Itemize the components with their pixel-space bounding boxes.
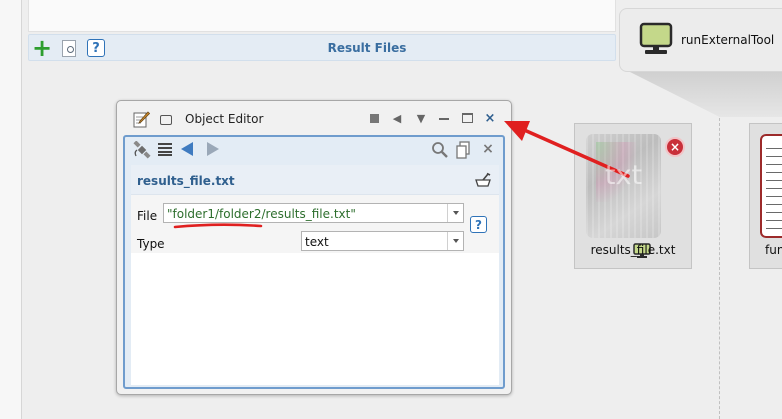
- remove-icon[interactable]: ×: [665, 137, 685, 157]
- minimize-icon[interactable]: [437, 111, 451, 125]
- txt-thumbnail-text: txt: [604, 160, 643, 191]
- file-label: File: [137, 209, 158, 223]
- back-arrow-icon[interactable]: [181, 142, 193, 156]
- type-select[interactable]: text: [301, 231, 464, 251]
- copy-icon[interactable]: [456, 141, 470, 159]
- result-files-title: Result Files: [327, 41, 407, 55]
- rename-icon[interactable]: [474, 172, 492, 188]
- tool-label: runExternalTool: [681, 33, 775, 47]
- object-icon: [160, 115, 172, 125]
- maximize-icon[interactable]: [460, 111, 474, 125]
- object-editor-panel: × results_file.txt File "folder1/folder2…: [123, 135, 505, 389]
- results-file-label: results_file.txt: [590, 243, 676, 257]
- type-value: text: [305, 235, 329, 249]
- previous-icon[interactable]: ◀: [390, 111, 404, 125]
- type-label: Type: [137, 237, 165, 251]
- object-name: results_file.txt: [137, 174, 235, 188]
- function-node-label: fun: [765, 243, 782, 257]
- object-form-header: results_file.txt: [131, 165, 499, 195]
- code-file-thumbnail[interactable]: [760, 134, 782, 238]
- pencil-edit-icon: [133, 111, 150, 128]
- stop-icon[interactable]: [367, 111, 381, 125]
- close-icon[interactable]: ×: [483, 111, 497, 125]
- chevron-down-icon[interactable]: [447, 232, 463, 250]
- left-gutter: [0, 0, 22, 419]
- search-icon[interactable]: [431, 141, 449, 159]
- lane-divider: [719, 118, 720, 419]
- object-form: results_file.txt File "folder1/folder2/r…: [131, 165, 499, 385]
- file-path-combo[interactable]: "folder1/folder2/results_file.txt": [163, 203, 464, 223]
- monitor-icon: [639, 22, 673, 54]
- annotation-underline: [173, 223, 263, 229]
- object-editor-window: Object Editor ◀ ▼ × × results_file.txt F…: [116, 100, 512, 395]
- object-editor-titlebar[interactable]: Object Editor ◀ ▼ ×: [117, 101, 511, 135]
- chevron-down-icon[interactable]: [447, 204, 463, 222]
- object-editor-toolbar: ×: [125, 137, 503, 163]
- list-icon[interactable]: [158, 142, 172, 156]
- panel-close-icon[interactable]: ×: [481, 140, 495, 158]
- satellite-icon[interactable]: [133, 141, 151, 159]
- object-editor-title: Object Editor: [185, 112, 264, 126]
- down-icon[interactable]: ▼: [414, 111, 428, 125]
- help-icon[interactable]: ?: [470, 216, 487, 233]
- top-panel: [28, 0, 616, 32]
- forward-arrow-icon[interactable]: [207, 142, 219, 156]
- file-path-value: "folder1/folder2/results_file.txt": [167, 207, 356, 221]
- result-files-bar: + ? Result Files: [28, 34, 616, 61]
